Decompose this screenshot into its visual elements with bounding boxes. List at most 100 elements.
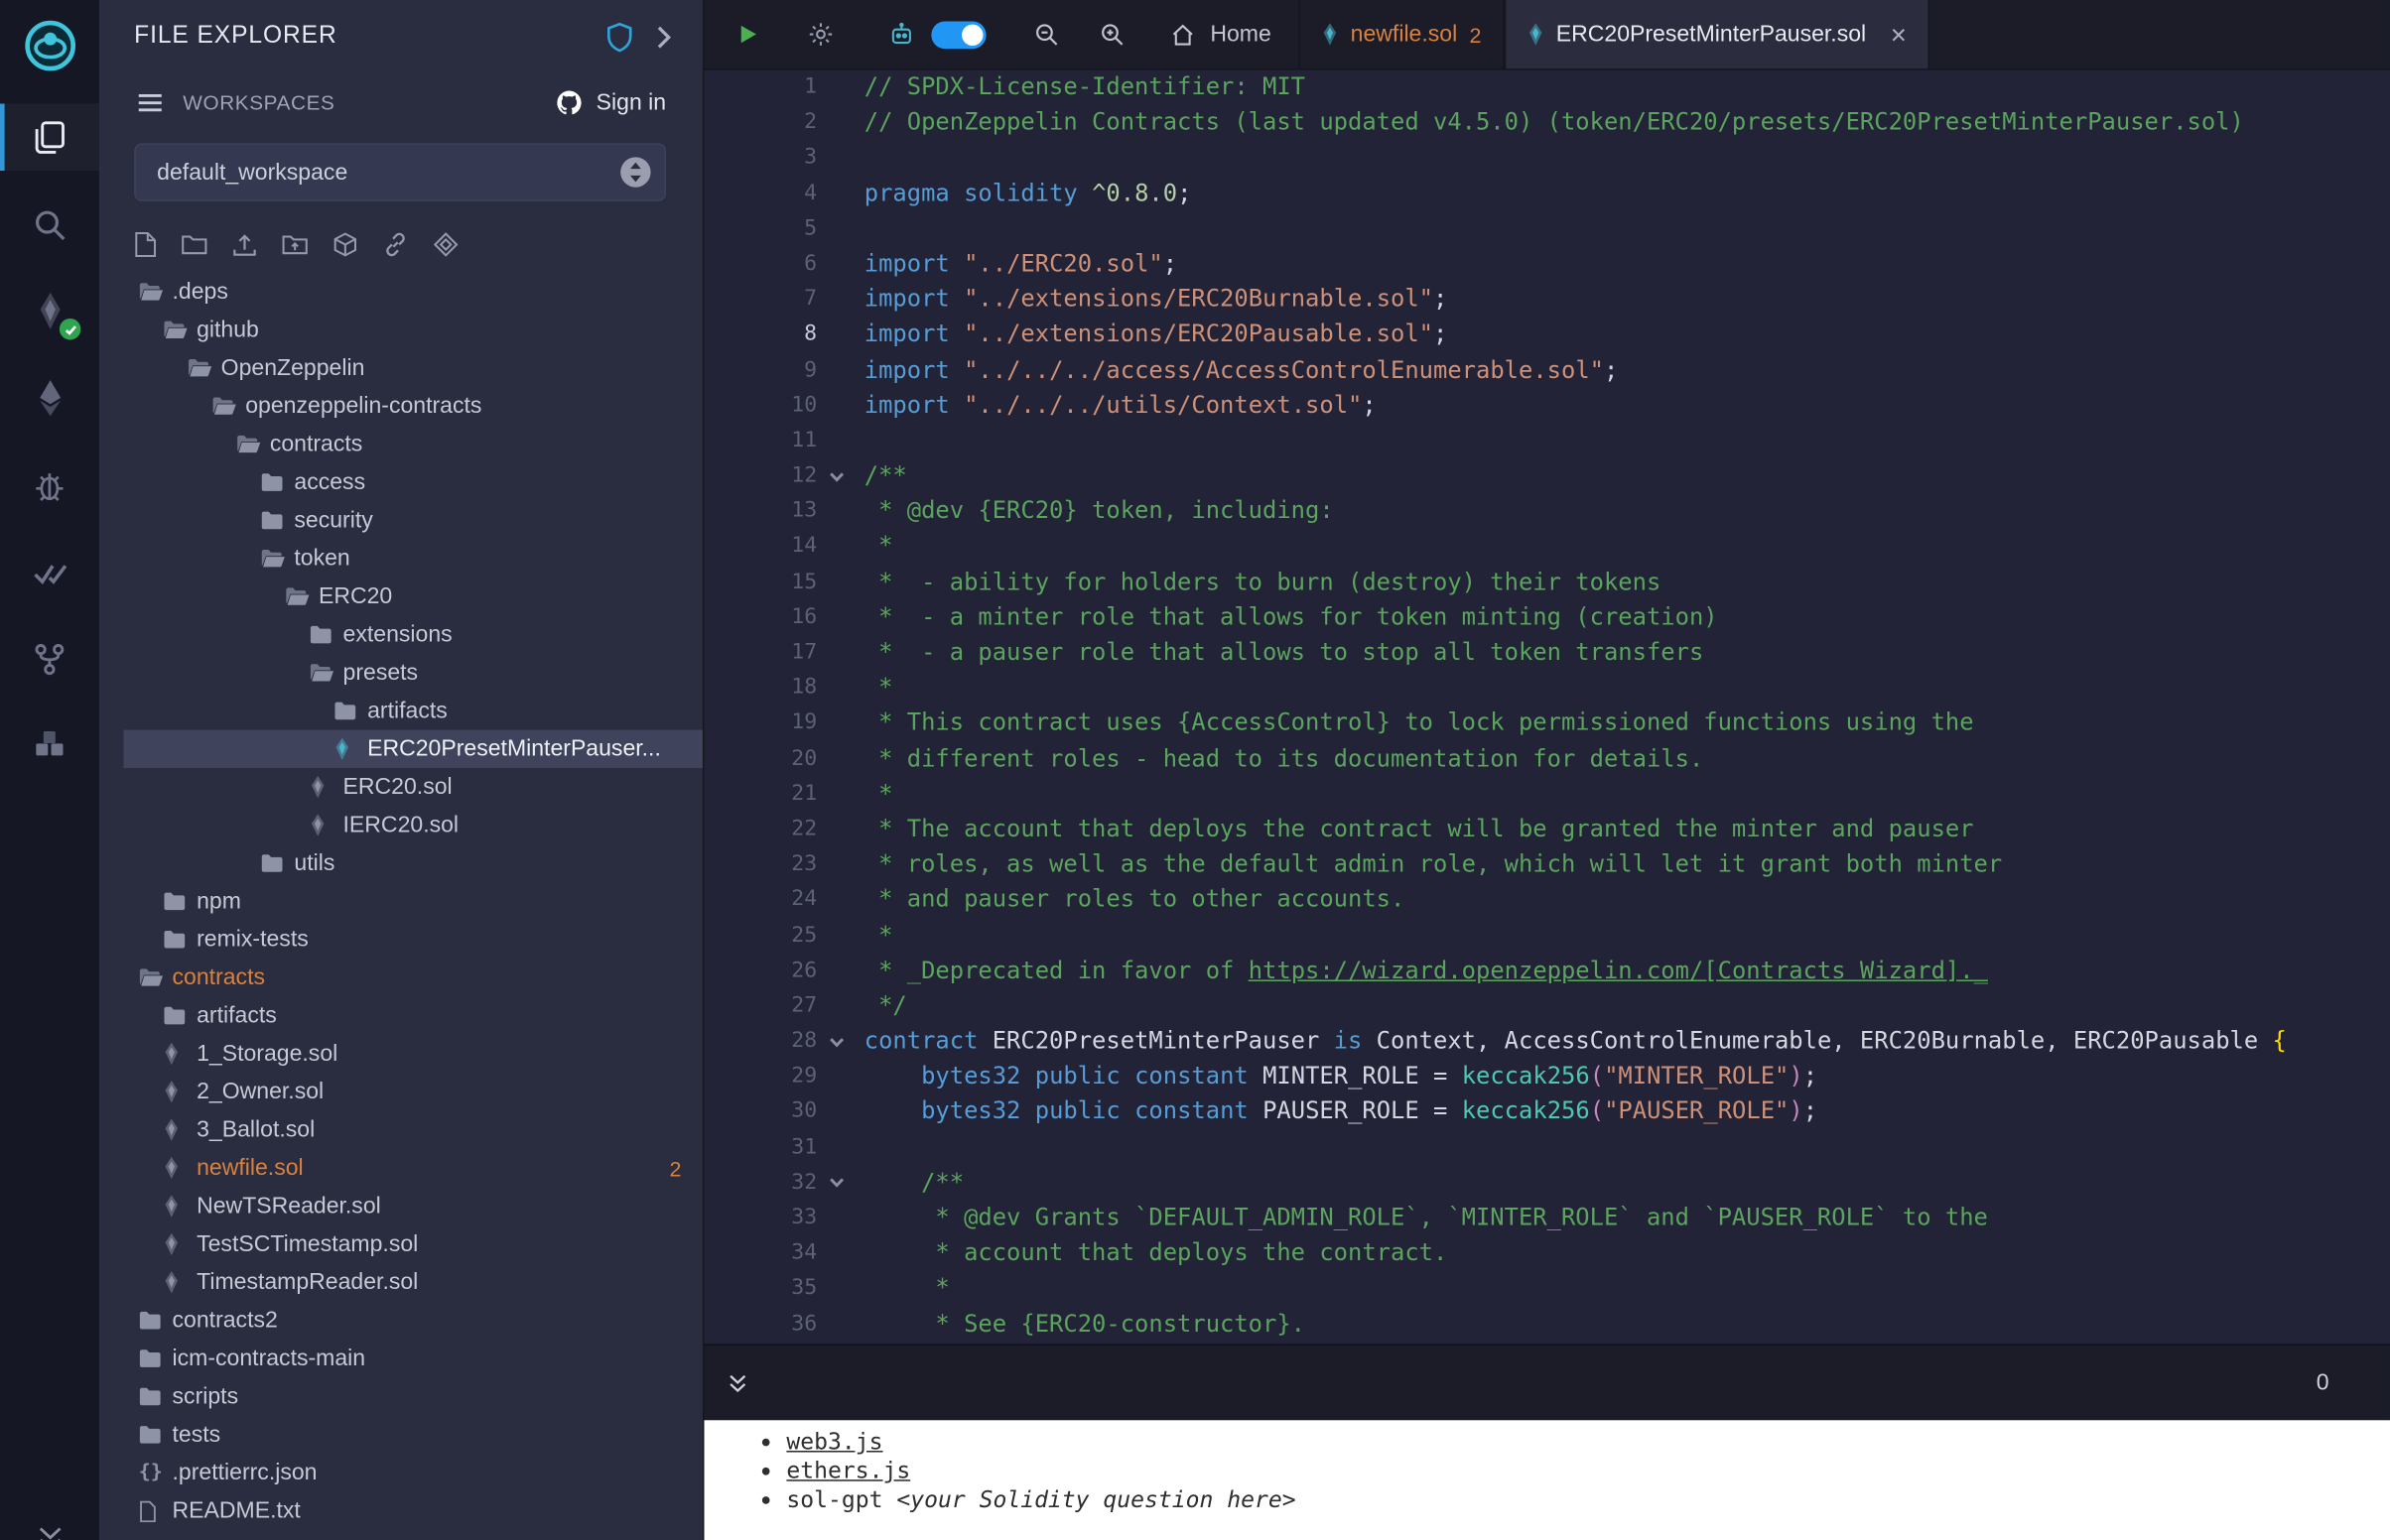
github-signin-button[interactable]: Sign in xyxy=(555,87,666,116)
tree-folder[interactable]: extensions xyxy=(123,615,703,653)
fold-chevron-icon[interactable] xyxy=(817,1166,857,1202)
tree-folder[interactable]: remix-tests xyxy=(123,921,703,959)
sidebar-plugin-manager-button[interactable] xyxy=(0,711,99,779)
publish-gist-icon[interactable] xyxy=(433,231,459,257)
tree-folder[interactable]: utils xyxy=(123,844,703,882)
tree-file[interactable]: 2_Owner.sol xyxy=(123,1073,703,1110)
workspace-switch-icon[interactable] xyxy=(618,156,652,190)
tab-home[interactable]: Home xyxy=(1169,21,1271,49)
code-line[interactable]: 29 bytes32 public constant MINTER_ROLE =… xyxy=(704,1060,2389,1095)
upload-file-icon[interactable] xyxy=(231,232,257,257)
code-line[interactable]: 17 * - a pauser role that allows to stop… xyxy=(704,635,2389,671)
code-line[interactable]: 12/** xyxy=(704,458,2389,494)
code-line[interactable]: 2// OpenZeppelin Contracts (last updated… xyxy=(704,105,2389,141)
code-line[interactable]: 8import "../extensions/ERC20Pausable.sol… xyxy=(704,318,2389,353)
tree-folder[interactable]: .deps xyxy=(123,273,703,311)
workspace-selector[interactable]: default_workspace xyxy=(134,143,666,200)
tree-folder[interactable]: npm xyxy=(123,882,703,920)
tab-newfile.sol[interactable]: newfile.sol2 xyxy=(1298,0,1504,68)
sidebar-unit-testing-button[interactable] xyxy=(0,538,99,605)
code-line[interactable]: 6import "../ERC20.sol"; xyxy=(704,247,2389,283)
remix-logo[interactable] xyxy=(19,15,79,75)
fold-chevron-icon[interactable] xyxy=(817,1024,857,1060)
tree-file[interactable]: TimestampReader.sol xyxy=(123,1263,703,1301)
code-line[interactable]: 7import "../extensions/ERC20Burnable.sol… xyxy=(704,282,2389,318)
code-line[interactable]: 10import "../../../utils/Context.sol"; xyxy=(704,388,2389,424)
upload-folder-icon[interactable] xyxy=(282,233,308,256)
tree-folder[interactable]: icm-contracts-main xyxy=(123,1340,703,1377)
code-line[interactable]: 9import "../../../access/AccessControlEn… xyxy=(704,353,2389,389)
code-line[interactable]: 36 * See {ERC20-constructor}. xyxy=(704,1307,2389,1343)
tree-file[interactable]: IERC20.sol xyxy=(123,806,703,843)
tree-folder[interactable]: contracts2 xyxy=(123,1301,703,1339)
tree-file[interactable]: 1_Storage.sol xyxy=(123,1035,703,1073)
sidebar-git-button[interactable] xyxy=(0,625,99,693)
code-line[interactable]: 24 * and pauser roles to other accounts. xyxy=(704,883,2389,919)
tree-file[interactable]: README.txt xyxy=(123,1491,703,1529)
code-line[interactable]: 20 * different roles - head to its docum… xyxy=(704,741,2389,777)
sidebar-solidity-compiler-button[interactable] xyxy=(0,277,99,344)
code-line[interactable]: 13 * @dev {ERC20} token, including: xyxy=(704,494,2389,530)
tree-folder[interactable]: contracts xyxy=(123,425,703,462)
collapse-sidebar-chevrons-icon[interactable] xyxy=(33,1522,66,1540)
code-line[interactable]: 26 * _Deprecated in favor of https://wiz… xyxy=(704,954,2389,989)
tree-folder[interactable]: access xyxy=(123,463,703,501)
tree-folder[interactable]: github xyxy=(123,311,703,348)
shield-icon[interactable] xyxy=(605,21,634,53)
code-line[interactable]: 30 bytes32 public constant PAUSER_ROLE =… xyxy=(704,1094,2389,1130)
tree-file[interactable]: newfile.sol2 xyxy=(123,1149,703,1187)
code-line[interactable]: 31 xyxy=(704,1130,2389,1166)
code-line[interactable]: 28contract ERC20PresetMinterPauser is Co… xyxy=(704,1024,2389,1060)
zoom-in-icon[interactable] xyxy=(1098,20,1127,49)
tree-folder[interactable]: security xyxy=(123,501,703,539)
copilot-toggle-on[interactable] xyxy=(931,21,986,49)
sidebar-search-button[interactable] xyxy=(0,191,99,258)
tree-folder[interactable]: token xyxy=(123,540,703,578)
new-folder-icon[interactable] xyxy=(182,233,207,256)
sidebar-deploy-run-button[interactable] xyxy=(0,364,99,432)
tree-folder[interactable]: openzeppelin-contracts xyxy=(123,387,703,425)
tree-file[interactable]: NewTSReader.sol xyxy=(123,1187,703,1224)
code-line[interactable]: 3 xyxy=(704,141,2389,177)
workspace-template-cube-icon[interactable] xyxy=(332,231,358,257)
terminal-expand-chevrons-icon[interactable] xyxy=(726,1370,750,1395)
remixai-copilot-icon[interactable] xyxy=(887,20,916,49)
sidebar-file-explorer-button[interactable] xyxy=(0,103,99,171)
code-line[interactable]: 33 * @dev Grants `DEFAULT_ADMIN_ROLE`, `… xyxy=(704,1201,2389,1236)
tree-folder[interactable]: artifacts xyxy=(123,996,703,1034)
tab-close-icon[interactable]: × xyxy=(1891,21,1907,49)
tree-file[interactable]: ERC20.sol xyxy=(123,768,703,806)
code-line[interactable]: 1// SPDX-License-Identifier: MIT xyxy=(704,70,2389,106)
code-line[interactable]: 23 * roles, as well as the default admin… xyxy=(704,847,2389,883)
tree-folder[interactable]: artifacts xyxy=(123,692,703,729)
code-line[interactable]: 21 * xyxy=(704,777,2389,813)
chevron-right-icon[interactable] xyxy=(655,24,672,50)
run-script-button[interactable] xyxy=(734,21,760,47)
tree-folder[interactable]: scripts xyxy=(123,1377,703,1415)
code-line[interactable]: 34 * account that deploys the contract. xyxy=(704,1236,2389,1272)
code-line[interactable]: 4pragma solidity ^0.8.0; xyxy=(704,176,2389,211)
code-line[interactable]: 19 * This contract uses {AccessControl} … xyxy=(704,706,2389,742)
code-line[interactable]: 11 xyxy=(704,424,2389,459)
code-line[interactable]: 5 xyxy=(704,211,2389,247)
code-line[interactable]: 27 */ xyxy=(704,988,2389,1024)
code-line[interactable]: 22 * The account that deploys the contra… xyxy=(704,812,2389,847)
tree-folder[interactable]: contracts xyxy=(123,959,703,996)
code-line[interactable]: 16 * - a minter role that allows for tok… xyxy=(704,600,2389,636)
fold-chevron-icon[interactable] xyxy=(817,458,857,494)
zoom-out-icon[interactable] xyxy=(1032,20,1061,49)
code-line[interactable]: 25 * xyxy=(704,918,2389,954)
code-line[interactable]: 14 * xyxy=(704,530,2389,566)
tree-file[interactable]: TestSCTimestamp.sol xyxy=(123,1225,703,1263)
tab-ERC20PresetMinterPauser.sol[interactable]: ERC20PresetMinterPauser.sol× xyxy=(1505,0,1929,68)
new-file-icon[interactable] xyxy=(134,231,157,257)
sidebar-debugger-button[interactable] xyxy=(0,451,99,519)
tree-folder[interactable]: ERC20 xyxy=(123,578,703,615)
script-config-gear-icon[interactable] xyxy=(806,20,835,49)
tree-folder[interactable]: OpenZeppelin xyxy=(123,349,703,387)
code-editor[interactable]: 1// SPDX-License-Identifier: MIT2// Open… xyxy=(704,70,2389,1345)
code-line[interactable]: 18 * xyxy=(704,671,2389,706)
terminal-library-link[interactable]: ethers.js xyxy=(786,1457,910,1484)
tree-folder[interactable]: presets xyxy=(123,654,703,692)
tree-folder[interactable]: tests xyxy=(123,1416,703,1454)
